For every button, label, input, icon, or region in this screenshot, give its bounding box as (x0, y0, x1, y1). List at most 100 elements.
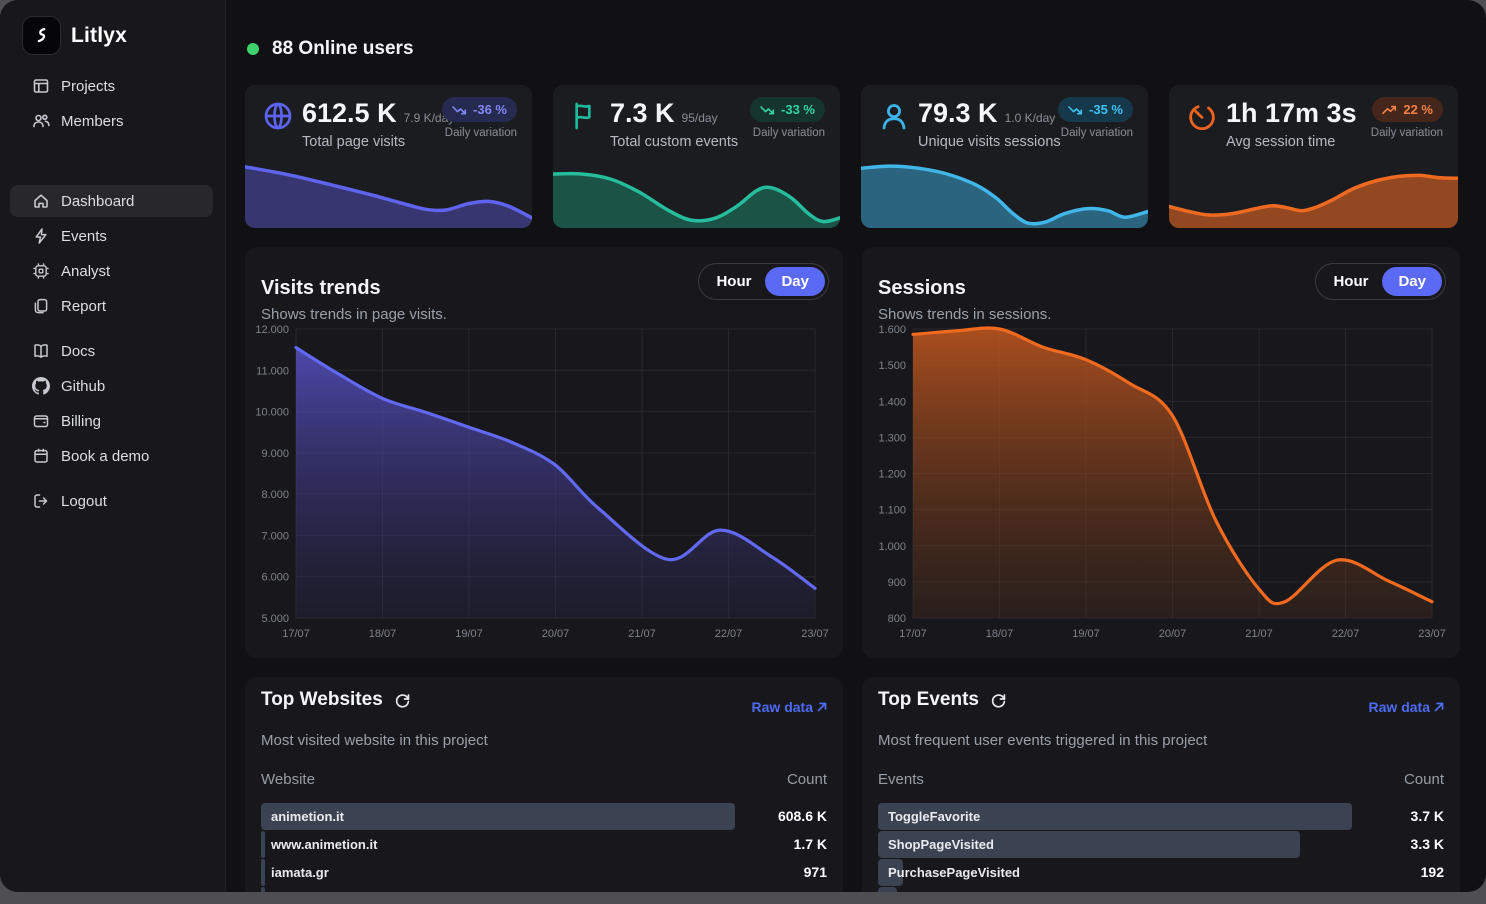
refresh-icon[interactable] (990, 692, 1007, 709)
interval-toggle: Hour Day (698, 263, 829, 300)
row-bar (261, 831, 265, 858)
members-icon (32, 112, 50, 130)
calendar-icon (32, 447, 50, 465)
sidebar-item-logout[interactable]: Logout (10, 485, 213, 517)
sidebar-item-label: Report (61, 298, 106, 315)
sidebar-item-label: Book a demo (61, 448, 149, 465)
row-count: 608.6 K (778, 808, 827, 824)
svg-text:1.000: 1.000 (878, 541, 906, 553)
row-bar (261, 859, 265, 886)
report-icon (32, 297, 50, 315)
top-websites-card: Top Websites Raw data Most visited websi… (245, 677, 843, 892)
sidebar-item-label: Logout (61, 493, 107, 510)
sidebar-item-billing[interactable]: Billing (10, 405, 213, 437)
table-row: PurchasePageVisited 192 (878, 859, 1444, 886)
chart-title: Sessions (878, 277, 966, 300)
hour-toggle-button[interactable]: Hour (1319, 267, 1382, 296)
daily-variation-badge: -36 % (442, 97, 517, 122)
svg-text:5.000: 5.000 (261, 613, 289, 625)
trend-down-icon (452, 104, 467, 116)
column-header: Website (261, 771, 315, 788)
svg-text:20/07: 20/07 (542, 628, 570, 640)
stat-card-avg-session-time: 1h 17m 3s Avg session time 22 % Daily va… (1169, 85, 1458, 228)
sidebar-item-analyst[interactable]: Analyst (10, 255, 213, 287)
day-toggle-button[interactable]: Day (765, 267, 825, 296)
online-users-label: 88 Online users (272, 38, 414, 60)
sidebar-item-label: Analyst (61, 263, 110, 280)
sidebar-item-label: Events (61, 228, 107, 245)
brand-name: Litlyx (71, 24, 127, 48)
table-row: animetion.it 608.6 K (261, 803, 827, 830)
svg-text:11.000: 11.000 (256, 365, 289, 377)
table-row (261, 887, 827, 892)
svg-text:1.200: 1.200 (878, 469, 906, 481)
litlyx-logo-icon (22, 16, 61, 55)
ai-chip-icon (32, 262, 50, 280)
svg-text:23/07: 23/07 (801, 628, 829, 640)
sidebar-item-book-a-demo[interactable]: Book a demo (10, 440, 213, 472)
visits-trends-card: Visits trends Shows trends in page visit… (245, 247, 843, 658)
chart-subtitle: Shows trends in page visits. (261, 306, 447, 323)
sidebar-item-report[interactable]: Report (10, 290, 213, 322)
svg-text:1.600: 1.600 (878, 324, 906, 336)
raw-data-link[interactable]: Raw data (752, 699, 827, 715)
stat-card-total-custom-events: 7.3 K 95/day Total custom events -33 % D… (553, 85, 840, 228)
sidebar-item-events[interactable]: Events (10, 220, 213, 252)
row-bar (878, 887, 897, 892)
svg-text:7.000: 7.000 (261, 530, 289, 542)
table-row: iamata.gr 971 (261, 859, 827, 886)
row-label: ToggleFavorite (888, 809, 980, 824)
svg-text:22/07: 22/07 (715, 628, 743, 640)
stat-label: Total page visits (302, 134, 405, 150)
row-label: www.animetion.it (271, 837, 377, 852)
daily-variation-badge: -35 % (1058, 97, 1133, 122)
online-users: 88 Online users (247, 38, 414, 60)
app-window: Litlyx Projects Members Dashboard Events… (0, 0, 1486, 892)
stat-card-unique-visits-sessions: 79.3 K 1.0 K/day Unique visits sessions … (861, 85, 1148, 228)
card-title: Top Websites (261, 689, 383, 711)
badge-caption: Daily variation (1371, 127, 1443, 139)
svg-text:900: 900 (888, 577, 906, 589)
sidebar: Litlyx Projects Members Dashboard Events… (0, 0, 226, 892)
svg-text:800: 800 (888, 613, 906, 625)
sparkline-chart (245, 156, 532, 228)
card-subtitle: Most frequent user events triggered in t… (878, 732, 1207, 749)
refresh-icon[interactable] (394, 692, 411, 709)
svg-text:6.000: 6.000 (261, 572, 289, 584)
online-dot (247, 43, 259, 55)
sidebar-item-dashboard[interactable]: Dashboard (10, 185, 213, 217)
sidebar-item-docs[interactable]: Docs (10, 335, 213, 367)
day-toggle-button[interactable]: Day (1382, 267, 1442, 296)
trend-up-icon (1382, 104, 1397, 116)
book-icon (32, 342, 50, 360)
column-header: Events (878, 771, 924, 788)
arrow-up-right-icon (1434, 702, 1444, 712)
badge-caption: Daily variation (445, 127, 517, 139)
row-label: ShopPageVisited (888, 837, 994, 852)
stat-value: 79.3 K (918, 98, 998, 129)
table-row: ToggleFavorite 3.7 K (878, 803, 1444, 830)
sidebar-item-members[interactable]: Members (10, 105, 213, 137)
svg-text:18/07: 18/07 (986, 628, 1014, 640)
stat-value: 1h 17m 3s (1226, 98, 1357, 129)
stat-value: 7.3 K (610, 98, 675, 129)
raw-data-label: Raw data (752, 699, 813, 715)
svg-text:9.000: 9.000 (261, 448, 289, 460)
sidebar-item-projects[interactable]: Projects (10, 70, 213, 102)
svg-text:10.000: 10.000 (255, 407, 289, 419)
hour-toggle-button[interactable]: Hour (702, 267, 765, 296)
sidebar-item-github[interactable]: Github (10, 370, 213, 402)
table-row: ShopPageVisited 3.3 K (878, 831, 1444, 858)
home-icon (32, 192, 50, 210)
column-header: Count (1404, 771, 1444, 788)
svg-text:17/07: 17/07 (282, 628, 310, 640)
row-count: 3.3 K (1411, 836, 1444, 852)
svg-text:1.500: 1.500 (878, 360, 906, 372)
daily-variation-badge: -33 % (750, 97, 825, 122)
badge-value: 22 % (1403, 102, 1433, 117)
row-count: 192 (1421, 864, 1444, 880)
sidebar-item-label: Docs (61, 343, 95, 360)
raw-data-link[interactable]: Raw data (1369, 699, 1444, 715)
stat-label: Unique visits sessions (918, 134, 1061, 150)
svg-text:21/07: 21/07 (1245, 628, 1273, 640)
